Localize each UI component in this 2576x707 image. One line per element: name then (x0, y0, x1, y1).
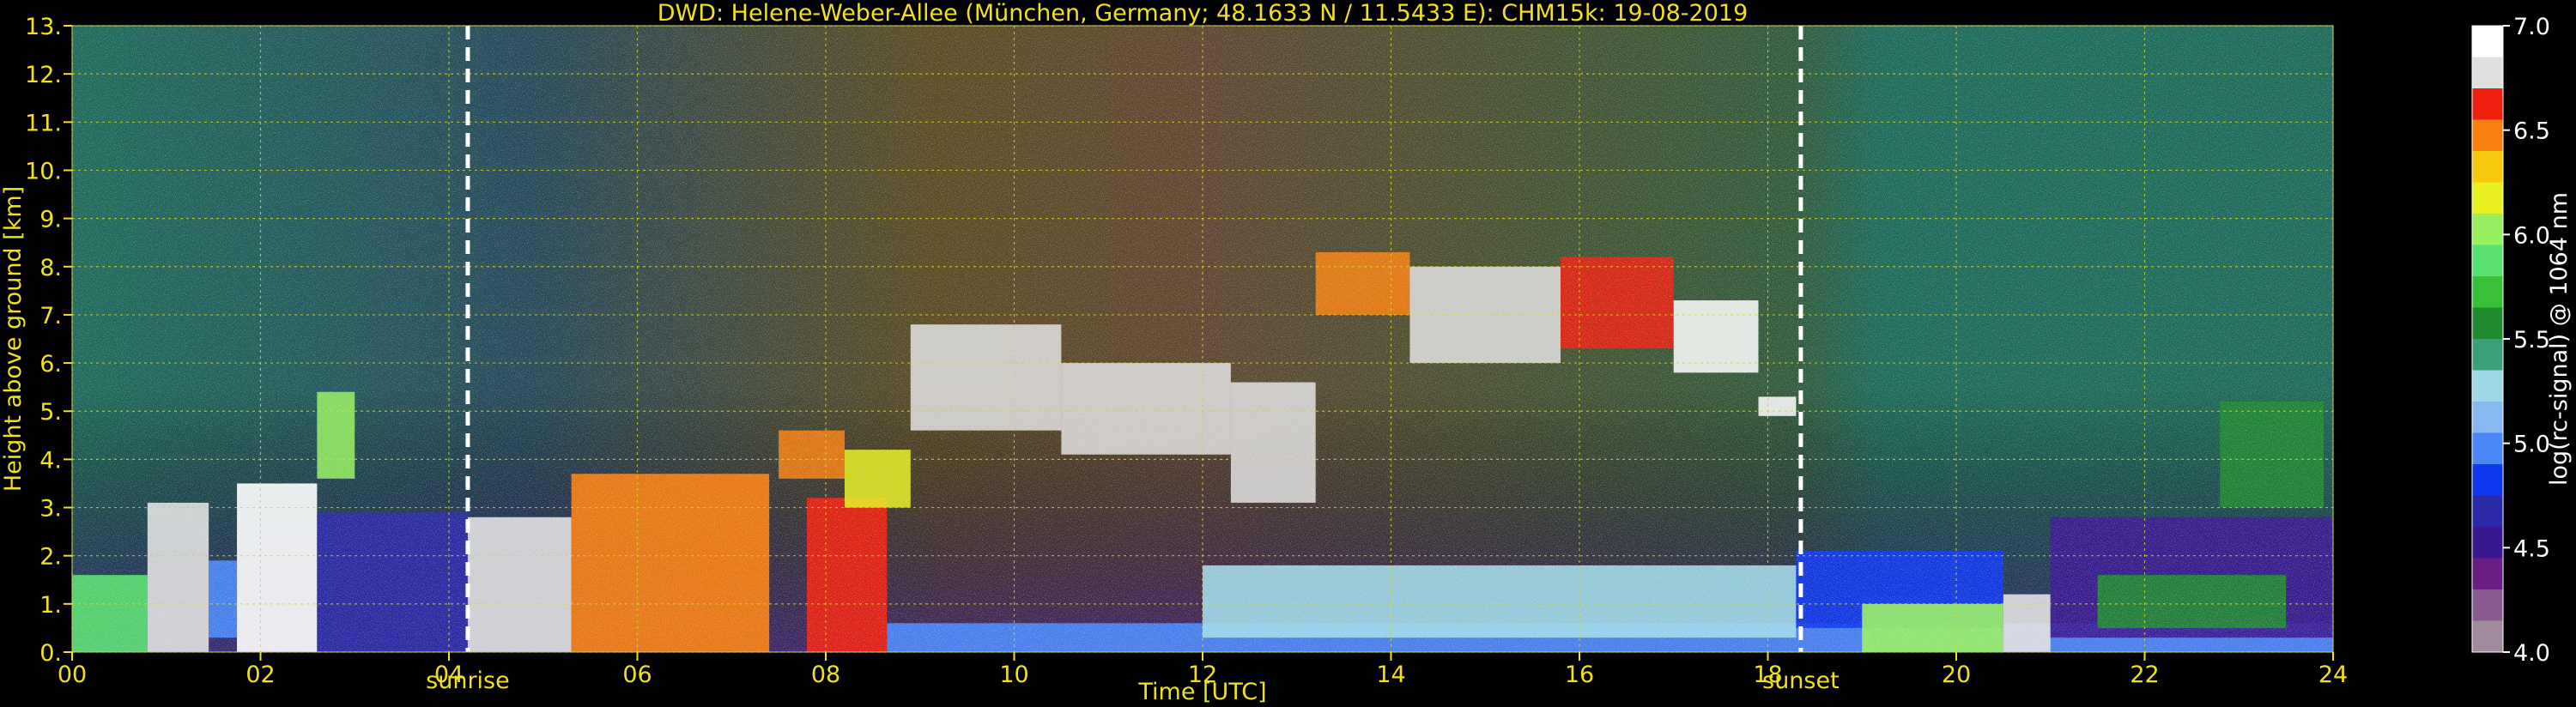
x-tick-label: 16 (1565, 662, 1594, 688)
x-tick-label: 00 (58, 662, 87, 688)
x-tick-label: 08 (811, 662, 840, 688)
x-tick-label: 24 (2318, 662, 2348, 688)
y-tick-label: 3. (39, 496, 62, 523)
y-tick-label: 12. (25, 62, 62, 88)
colorbar-tick-label: 5.0 (2513, 432, 2550, 458)
x-tick-label: 22 (2130, 662, 2159, 688)
x-axis-label: Time [UTC] (1137, 679, 1266, 705)
x-tick-label: 06 (622, 662, 652, 688)
lidar-backscatter-chart: DWD: Helene-Weber-Allee (München, German… (0, 0, 2573, 705)
y-tick-label: 5. (39, 399, 62, 426)
colorbar (2471, 25, 2504, 653)
colorbar-tick-label: 4.0 (2513, 640, 2550, 667)
y-tick-label: 2. (39, 544, 62, 571)
colorbar-tick-label: 7.0 (2513, 14, 2550, 40)
x-tick-label: 02 (245, 662, 275, 688)
y-axis-label: Height above ground [km] (0, 186, 27, 492)
y-tick-label: 10. (25, 158, 62, 184)
colorbar-tick-label: 4.5 (2513, 535, 2550, 562)
chart-title: DWD: Helene-Weber-Allee (München, German… (658, 0, 1749, 27)
y-tick-label: 4. (39, 447, 62, 474)
y-tick-label: 8. (39, 255, 62, 281)
x-tick-label: 14 (1376, 662, 1405, 688)
x-tick-label: 10 (999, 662, 1028, 688)
y-tick-label: 6. (39, 351, 62, 378)
x-tick-label: 20 (1942, 662, 1971, 688)
y-tick-label: 7. (39, 303, 62, 329)
colorbar-tick-label: 5.5 (2513, 327, 2550, 354)
colorbar-tick-label: 6.0 (2513, 222, 2550, 249)
y-tick-label: 1. (39, 592, 62, 619)
sun-event-label: sunrise (426, 668, 510, 694)
colorbar-tick-label: 6.5 (2513, 118, 2550, 145)
colorbar-label: log(rc-signal) @ 1064 nm (2546, 192, 2573, 486)
y-tick-label: 9. (39, 207, 62, 233)
y-tick-label: 13. (25, 14, 62, 40)
sun-event-label: sunset (1762, 668, 1840, 694)
y-tick-label: 11. (25, 110, 62, 136)
colorbar-ticks: 4.0 4.5 5.0 5.5 6.0 6.5 7.0 (2503, 14, 2550, 667)
y-axis: 0.1.2.3.4.5.6.7.8.9.10.11.12.13. (25, 14, 72, 667)
